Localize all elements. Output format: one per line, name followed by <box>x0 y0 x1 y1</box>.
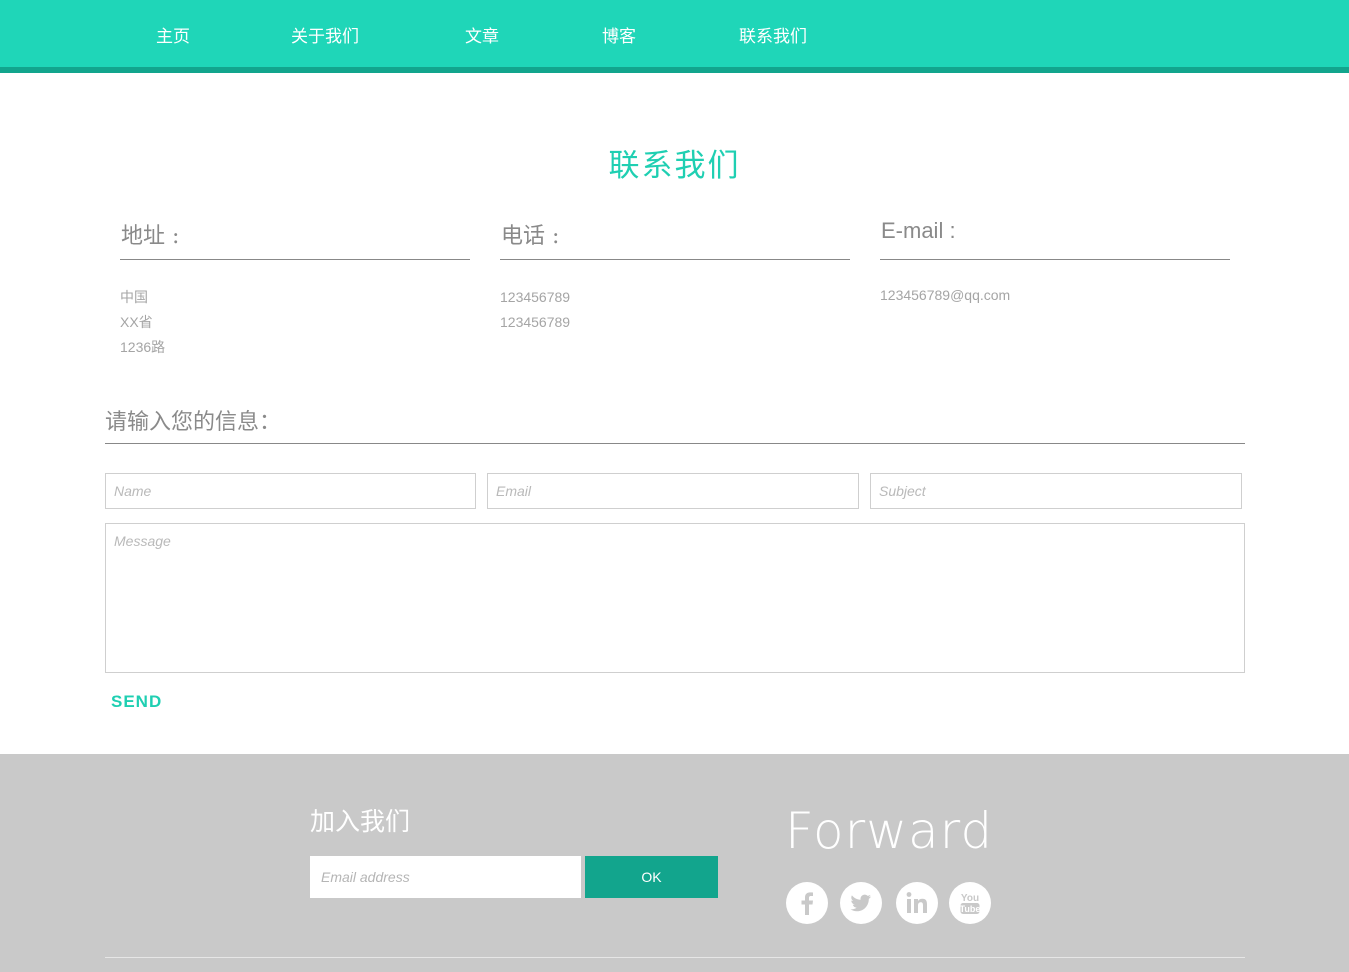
footer-divider <box>105 957 1245 958</box>
brand-logo: Forward <box>785 802 994 860</box>
name-input[interactable] <box>105 473 476 509</box>
subject-input[interactable] <box>870 473 1242 509</box>
footer: 加入我们 OK Forward You Tube <box>0 754 1349 972</box>
newsletter-email-input[interactable] <box>310 856 581 898</box>
twitter-icon[interactable] <box>840 882 882 924</box>
facebook-icon[interactable] <box>786 882 828 924</box>
nav-item-about[interactable]: 关于我们 <box>291 22 359 47</box>
svg-text:Tube: Tube <box>960 904 981 914</box>
svg-text:You: You <box>961 893 979 904</box>
linkedin-icon[interactable] <box>896 882 938 924</box>
email-line: 123456789@qq.com <box>880 287 1011 303</box>
nav-item-blog[interactable]: 博客 <box>602 22 636 47</box>
join-title: 加入我们 <box>310 807 411 836</box>
email-block: E-mail : 123456789@qq.com <box>880 218 1230 308</box>
address-line: 中国 <box>120 289 148 305</box>
nav-item-articles[interactable]: 文章 <box>465 22 499 47</box>
form-heading: 请输入您的信息： <box>105 404 1245 444</box>
address-line: 1236路 <box>120 339 166 355</box>
email-label: E-mail : <box>880 218 1230 260</box>
nav-item-home[interactable]: 主页 <box>156 22 190 47</box>
phone-block: 电话 : 123456789 123456789 <box>500 218 850 335</box>
address-line: XX省 <box>120 314 153 330</box>
nav-underline <box>0 67 1349 73</box>
address-label: 地址 : <box>120 218 470 260</box>
nav-item-contact[interactable]: 联系我们 <box>739 22 807 47</box>
page-title: 联系我们 <box>608 148 741 184</box>
newsletter-ok-button[interactable]: OK <box>585 856 718 898</box>
message-textarea[interactable] <box>105 523 1245 673</box>
phone-label: 电话 : <box>500 218 850 260</box>
send-button[interactable]: SEND <box>111 692 162 712</box>
email-input[interactable] <box>487 473 859 509</box>
phone-line: 123456789 <box>500 314 571 330</box>
address-block: 地址 : 中国 XX省 1236路 <box>120 218 470 360</box>
top-nav: 主页 关于我们 文章 博客 联系我们 <box>0 0 1349 67</box>
youtube-icon[interactable]: You Tube <box>949 882 991 924</box>
phone-line: 123456789 <box>500 289 571 305</box>
